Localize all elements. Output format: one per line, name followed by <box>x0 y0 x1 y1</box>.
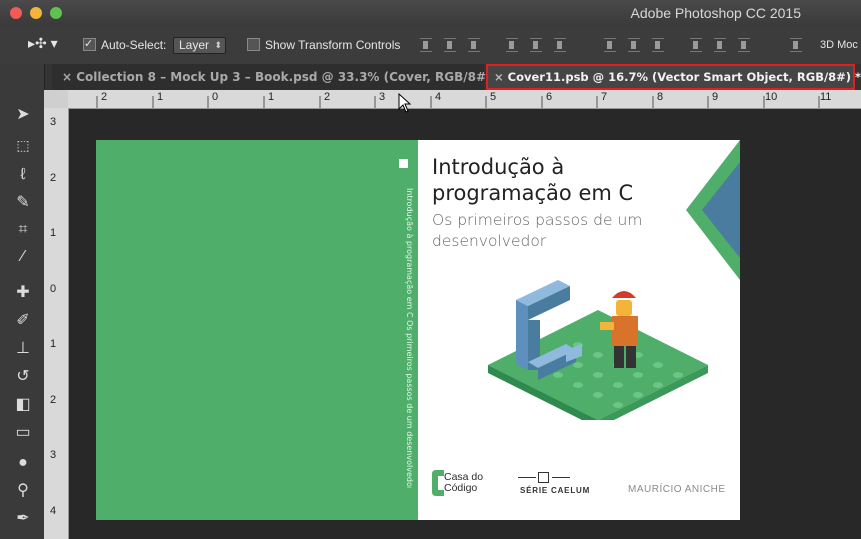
eyedropper-tool-icon[interactable]: ⁄ <box>12 246 34 268</box>
blur-tool-icon[interactable]: ● <box>12 452 34 474</box>
auto-select-value: Layer <box>173 37 227 54</box>
document-tab-bar: × Collection 8 – Mock Up 3 – Book.psd @ … <box>0 64 861 91</box>
ruler-tick-label: 9 <box>712 91 719 103</box>
show-transform-label: Show Transform Controls <box>265 38 401 52</box>
publisher-line2: Código <box>444 482 478 494</box>
book-back-cover <box>96 140 394 520</box>
pen-tool-icon[interactable]: ✒ <box>12 508 34 530</box>
ruler-tick-label: 5 <box>490 91 497 103</box>
ruler-tick-label: 3 <box>50 116 57 128</box>
ruler-tick-label: 0 <box>50 283 57 295</box>
show-transform-checkbox[interactable] <box>247 38 260 51</box>
align-vertical-center-icon[interactable] <box>444 38 456 52</box>
mouse-cursor-icon <box>398 93 412 113</box>
ruler-tick-label: 2 <box>50 172 57 184</box>
book-subtitle: Os primeiros passos de um desenvolvedor <box>432 211 643 250</box>
ruler-ticks <box>96 96 820 108</box>
book-title: Introdução à programação em C <box>432 154 633 206</box>
auto-select-checkbox[interactable] <box>83 36 96 52</box>
ruler-tick-label: 8 <box>657 91 664 103</box>
eraser-tool-icon[interactable]: ◧ <box>12 394 34 416</box>
tab-book-psd[interactable]: × Collection 8 – Mock Up 3 – Book.psd @ … <box>52 64 502 90</box>
ruler-tick-label: 0 <box>212 91 219 103</box>
serie-caelum-logo-icon <box>538 472 549 483</box>
corner-diamond-decoration <box>686 140 740 280</box>
auto-select-dropdown[interactable]: Layer <box>173 37 227 54</box>
align-top-icon[interactable] <box>420 38 432 52</box>
ruler-tick-label: 3 <box>379 91 386 103</box>
ruler-tick-label: 3 <box>50 449 57 461</box>
book-title-line2: programação em C <box>432 181 634 205</box>
distribute-center-icon[interactable] <box>628 38 640 52</box>
book-title-line1: Introdução à <box>432 155 565 179</box>
marquee-tool-icon[interactable]: ⬚ <box>12 134 34 156</box>
crop-tool-icon[interactable]: ⌗ <box>12 219 34 241</box>
book-author: MAURÍCIO ANICHE <box>628 484 726 495</box>
window-title: Adobe Photoshop CC 2015 <box>630 5 801 21</box>
brush-tool-icon[interactable]: ✐ <box>12 310 34 332</box>
ruler-tick-label: 10 <box>765 91 778 103</box>
move-tool-preset-icon[interactable]: ▸✣ ▾ <box>28 35 58 51</box>
show-transform-toggle[interactable]: Show Transform Controls <box>247 37 400 53</box>
dodge-tool-icon[interactable]: ⚲ <box>12 480 34 502</box>
ruler-tick-label: 2 <box>324 91 331 103</box>
spine-text: Introdução à programação em C Os primeir… <box>405 188 414 488</box>
title-bar: Adobe Photoshop CC 2015 <box>0 0 861 27</box>
align-right-icon[interactable] <box>554 38 566 52</box>
align-left-icon[interactable] <box>506 38 518 52</box>
publisher-name: Casa do Código <box>444 472 483 494</box>
book-front-cover: Introdução à programação em C Os primeir… <box>418 140 740 520</box>
ruler-tick-label: 1 <box>268 91 275 103</box>
ruler-tick-label: 2 <box>50 394 57 406</box>
tab-label: Collection 8 – Mock Up 3 – Book.psd @ 33… <box>76 70 502 84</box>
align-bottom-icon[interactable] <box>468 38 480 52</box>
ruler-tick-label: 1 <box>157 91 164 103</box>
ruler-origin[interactable] <box>44 90 69 109</box>
tab-cover11-psb[interactable]: × Cover11.psb @ 16.7% (Vector Smart Obje… <box>486 64 861 90</box>
tab-close-icon[interactable]: × <box>62 70 72 84</box>
auto-align-layers-icon[interactable] <box>790 38 802 52</box>
series-name: SÉRIE CAELUM <box>520 486 591 495</box>
vertical-ruler[interactable]: 3 2 1 0 1 2 3 4 <box>44 108 69 539</box>
lego-illustration <box>488 280 708 420</box>
auto-select-toggle[interactable]: Auto-Select: <box>83 36 167 53</box>
ruler-tick-label: 4 <box>435 91 442 103</box>
series-rule-left <box>518 477 536 478</box>
options-bar: ▸✣ ▾ Auto-Select: Layer Show Transform C… <box>0 26 861 65</box>
move-tool-icon[interactable]: ➤ <box>12 104 34 126</box>
tab-close-icon[interactable]: × <box>494 70 504 84</box>
distribute-bottom-icon[interactable] <box>652 38 664 52</box>
distribute-right-icon[interactable] <box>738 38 750 52</box>
casa-do-codigo-logo-icon <box>432 470 444 496</box>
quick-selection-tool-icon[interactable]: ✎ <box>12 192 34 214</box>
clone-stamp-tool-icon[interactable]: ⊥ <box>12 338 34 360</box>
auto-select-label: Auto-Select: <box>101 38 167 52</box>
distribute-left-icon[interactable] <box>690 38 702 52</box>
ruler-tick-label: 1 <box>50 338 57 350</box>
3d-mode-label[interactable]: 3D Moc <box>820 37 858 53</box>
gradient-tool-icon[interactable]: ▭ <box>12 422 34 444</box>
ruler-tick-label: 4 <box>50 505 57 517</box>
ruler-tick-label: 7 <box>601 91 608 103</box>
tools-panel: ➤ ⬚ ℓ ✎ ⌗ ⁄ ✚ ✐ ⊥ ↺ ◧ ▭ ● ⚲ ✒ <box>0 64 45 539</box>
ruler-tick-label: 6 <box>546 91 553 103</box>
ruler-tick-label: 1 <box>50 227 57 239</box>
history-brush-tool-icon[interactable]: ↺ <box>12 366 34 388</box>
tab-label: Cover11.psb @ 16.7% (Vector Smart Object… <box>507 70 861 84</box>
ruler-tick-label: 2 <box>101 91 108 103</box>
spine-logo-icon <box>399 159 408 168</box>
horizontal-ruler[interactable]: 2 1 0 1 2 3 4 5 6 7 8 9 10 11 <box>68 90 861 109</box>
distribute-hcenter-icon[interactable] <box>714 38 726 52</box>
distribute-top-icon[interactable] <box>604 38 616 52</box>
lasso-tool-icon[interactable]: ℓ <box>12 164 34 186</box>
series-rule-right <box>552 477 570 478</box>
healing-brush-tool-icon[interactable]: ✚ <box>12 282 34 304</box>
ruler-tick-label: 11 <box>820 91 832 103</box>
align-horizontal-center-icon[interactable] <box>530 38 542 52</box>
